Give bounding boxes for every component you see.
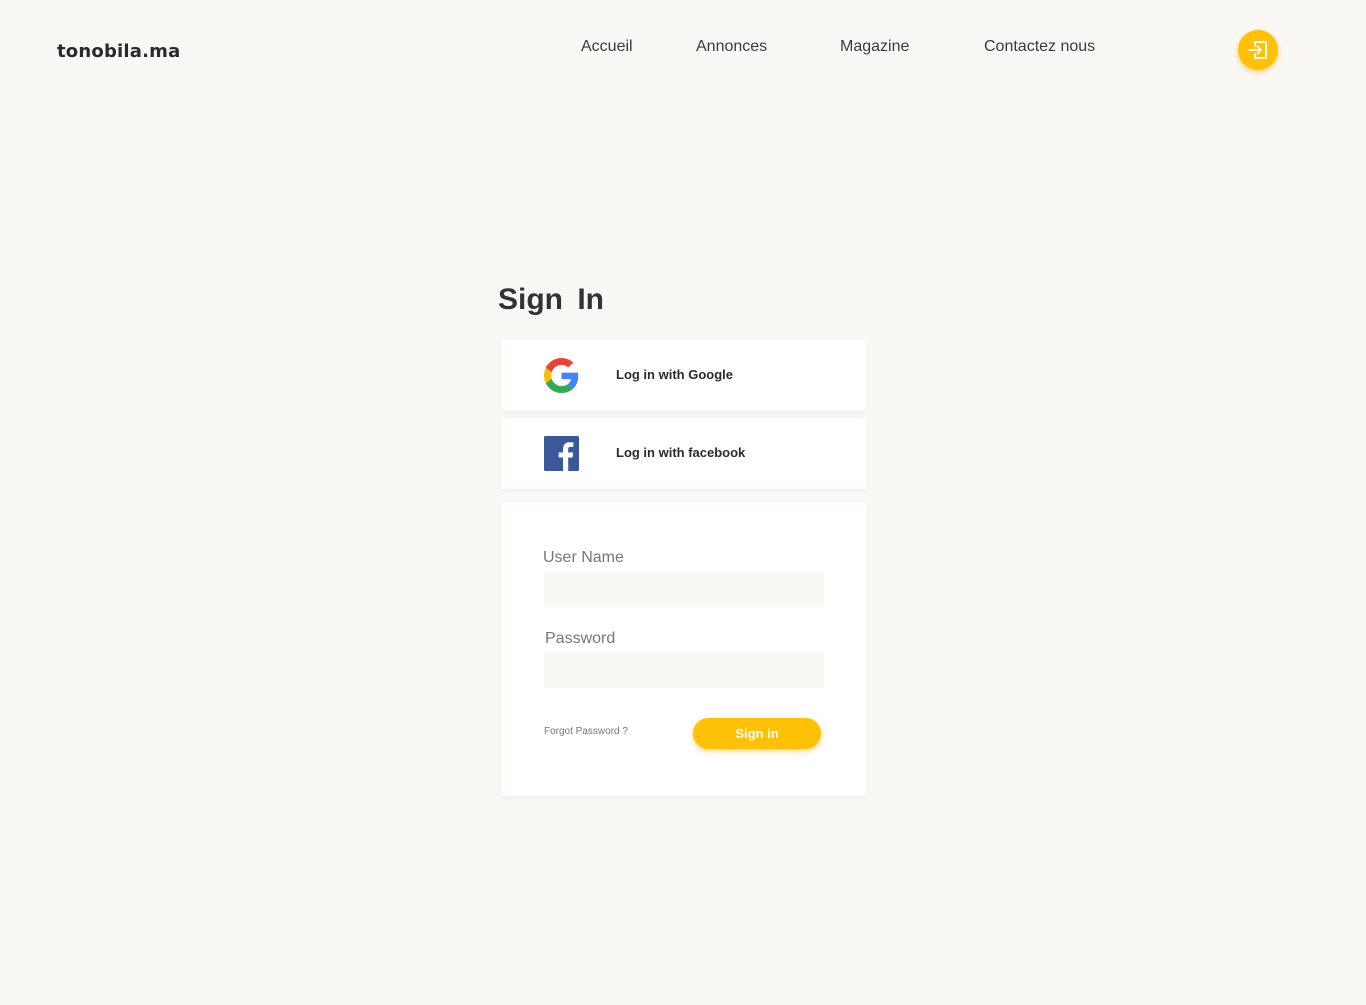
site-logo[interactable]: tonobila.ma: [57, 41, 180, 62]
username-input[interactable]: [544, 571, 824, 607]
google-login-label: Log in with Google: [616, 367, 733, 382]
google-login-button[interactable]: Log in with Google: [501, 340, 867, 411]
page: tonobila.ma Accueil Annonces Magazine Co…: [0, 0, 1366, 1005]
nav-item-contactez-nous[interactable]: Contactez nous: [984, 38, 1095, 56]
login-button[interactable]: [1238, 30, 1278, 70]
password-input[interactable]: [544, 652, 824, 688]
nav-item-accueil[interactable]: Accueil: [581, 38, 633, 56]
nav-item-annonces[interactable]: Annonces: [696, 38, 767, 56]
facebook-login-label: Log in with facebook: [616, 445, 746, 460]
sign-in-button[interactable]: Sign in: [693, 718, 821, 749]
forgot-password-link[interactable]: Forgot Password ?: [544, 726, 628, 737]
facebook-login-button[interactable]: Log in with facebook: [501, 418, 867, 489]
facebook-icon: [544, 436, 579, 471]
login-enter-icon: [1246, 38, 1270, 62]
password-label: Password: [545, 630, 616, 647]
nav-item-magazine[interactable]: Magazine: [840, 38, 909, 56]
google-icon: [544, 358, 579, 393]
sign-in-form: User Name Password Forgot Password ? Sig…: [501, 502, 867, 796]
page-title: Sign In: [498, 283, 604, 316]
username-label: User Name: [543, 549, 624, 566]
